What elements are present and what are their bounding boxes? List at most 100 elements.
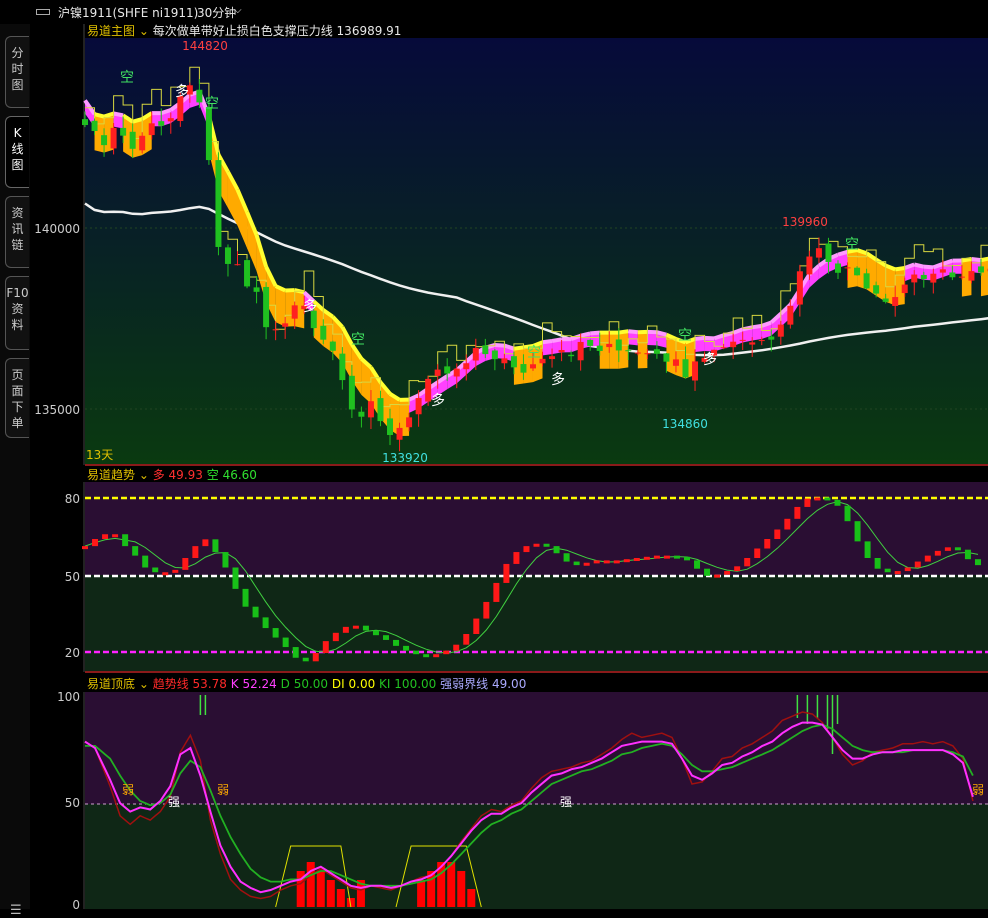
- long-signal: 多: [431, 392, 445, 409]
- symbol-label[interactable]: 沪镍1911(SHFE ni1911): [58, 4, 198, 21]
- topbottom-axis-label: 100: [57, 690, 80, 704]
- candle-body: [358, 412, 364, 417]
- trend-title[interactable]: 易道趋势: [87, 468, 135, 482]
- trend-bar: [905, 568, 911, 572]
- trend-bar: [132, 546, 138, 556]
- strong-label: 强: [168, 795, 180, 809]
- tab-timeshare[interactable]: 分时图: [5, 36, 29, 108]
- candle-body: [616, 339, 622, 350]
- chart-area[interactable]: 140000 135000 80 50 20 100 50 0 易道主图 ⌄ 每…: [30, 24, 988, 909]
- main-title[interactable]: 易道主图: [87, 24, 135, 38]
- trend-bar: [704, 569, 710, 576]
- candle-body: [92, 121, 98, 131]
- candle-body: [368, 401, 374, 417]
- short-signal: 空: [205, 96, 219, 112]
- candle-body: [101, 135, 107, 145]
- tab-order[interactable]: 页面下单: [5, 358, 29, 438]
- candle-body: [654, 349, 660, 354]
- trend-band-edge: [962, 259, 972, 261]
- sidebar: 分时图 K线图 资讯链 F10资料 页面下单 ☰: [0, 24, 30, 909]
- trend-bar: [644, 557, 650, 560]
- candle-body: [444, 366, 450, 373]
- trend-bar: [574, 562, 580, 566]
- tab-news[interactable]: 资讯链: [5, 196, 29, 268]
- candle-body: [778, 325, 784, 337]
- trend-bar: [875, 558, 881, 569]
- candle-body: [339, 354, 345, 380]
- candle-body: [673, 359, 679, 365]
- tab-label: 资讯链: [6, 205, 29, 253]
- trend-band-edge: [914, 264, 924, 266]
- trend-long-label: 多: [153, 468, 165, 482]
- trend-band: [609, 333, 619, 369]
- trend-lower-bg: [85, 575, 988, 672]
- candle-body: [730, 342, 736, 347]
- candle-body: [168, 118, 174, 121]
- trend-bar: [614, 560, 620, 563]
- tab-label: 分时图: [6, 45, 29, 93]
- trend-bar: [804, 499, 810, 507]
- tab-f10[interactable]: F10资料: [5, 276, 29, 350]
- days-label: 13天: [86, 448, 113, 462]
- candle-body: [387, 418, 393, 435]
- candle-body: [864, 273, 870, 288]
- trend-bar: [353, 626, 359, 629]
- candle-body: [740, 340, 746, 341]
- candle-body: [940, 269, 946, 272]
- strong-label: 强: [560, 795, 572, 809]
- candle-body: [644, 353, 650, 354]
- trend-band: [95, 114, 105, 153]
- trend-bar: [624, 559, 630, 562]
- candle-body: [883, 299, 889, 302]
- chevron-down-icon[interactable]: ⌄: [135, 24, 153, 38]
- candle-body: [635, 353, 641, 354]
- candle-body: [749, 342, 755, 344]
- trend-bar: [945, 547, 951, 551]
- trend-bar: [383, 635, 389, 640]
- legend-value: 50.00: [294, 677, 328, 691]
- trend-band-edge: [114, 113, 124, 115]
- trend-band-edge: [971, 259, 981, 260]
- candle-body: [968, 271, 974, 281]
- trend-bar: [694, 560, 700, 568]
- candle-body: [139, 136, 145, 151]
- trend-bar: [955, 547, 961, 550]
- trend-bar: [483, 602, 489, 619]
- trend-title-row: 易道趋势 ⌄ 多 49.93 空 46.60: [87, 468, 257, 482]
- chevron-down-icon[interactable]: ⌵: [234, 5, 242, 16]
- price-axis-label: 135000: [34, 403, 80, 417]
- candle-body: [120, 128, 126, 136]
- candle-body: [225, 247, 231, 264]
- trend-bar: [534, 544, 540, 547]
- candle-body: [473, 348, 479, 361]
- trend-long-value: 49.93: [169, 468, 203, 482]
- trend-bar: [393, 640, 399, 646]
- topbottom-title[interactable]: 易道顶底: [87, 676, 135, 691]
- candle-body: [606, 344, 612, 347]
- chevron-down-icon[interactable]: ⌄: [135, 468, 153, 482]
- candle-body: [235, 264, 241, 265]
- trend-bar: [503, 564, 509, 583]
- candle-body: [911, 275, 917, 283]
- trend-bar: [634, 558, 640, 561]
- trend-band-edge: [628, 331, 638, 332]
- candle-body: [482, 345, 488, 354]
- tab-kline[interactable]: K线图: [5, 116, 29, 188]
- trend-bar: [182, 558, 188, 570]
- candle-body: [377, 398, 383, 421]
- candle-body: [397, 428, 403, 440]
- trend-bar: [283, 638, 289, 648]
- trend-bar: [142, 556, 148, 568]
- candle-body: [416, 398, 422, 414]
- high-annotation: 144820: [182, 39, 228, 53]
- period-selector[interactable]: 30分钟: [197, 4, 236, 21]
- candle-body: [835, 263, 841, 272]
- chevron-down-icon[interactable]: ⌄: [135, 677, 153, 691]
- trend-bar: [313, 653, 319, 661]
- trend-band: [276, 286, 286, 327]
- trend-bar: [122, 534, 128, 546]
- trend-bar: [212, 539, 218, 552]
- menu-icon[interactable]: ☰: [10, 904, 24, 918]
- window-icon[interactable]: [36, 9, 50, 15]
- trend-band-edge: [552, 339, 562, 341]
